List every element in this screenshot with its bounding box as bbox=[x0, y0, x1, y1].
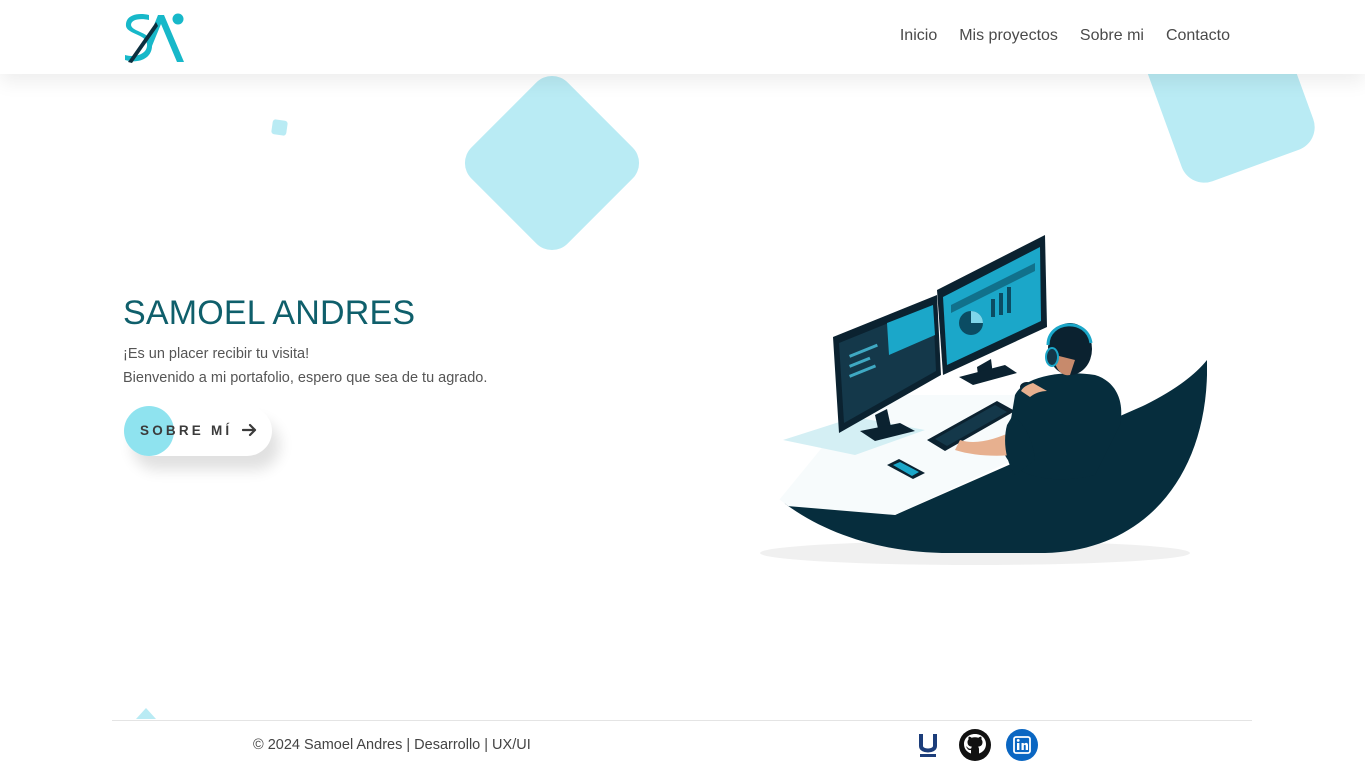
decorative-triangle bbox=[136, 708, 156, 719]
linkedin-icon bbox=[1006, 729, 1038, 761]
footer-divider bbox=[112, 720, 1252, 721]
developer-at-desk-illustration bbox=[715, 235, 1207, 565]
hero-greeting: ¡Es un placer recibir tu visita! bbox=[123, 346, 310, 362]
nav-sobre-mi[interactable]: Sobre mi bbox=[1080, 27, 1144, 45]
udemy-icon bbox=[919, 734, 937, 757]
logo-link[interactable] bbox=[122, 10, 186, 66]
about-me-button[interactable]: SOBRE MÍ bbox=[124, 406, 272, 456]
github-link[interactable] bbox=[958, 728, 992, 762]
arrow-right-icon bbox=[242, 423, 257, 437]
footer-copyright: © 2024 Samoel Andres | Desarrollo | UX/U… bbox=[253, 737, 531, 753]
nav-mis-proyectos[interactable]: Mis proyectos bbox=[959, 27, 1058, 45]
about-me-button-label: SOBRE MÍ bbox=[140, 423, 233, 438]
nav-inicio[interactable]: Inicio bbox=[900, 27, 937, 45]
decorative-diamond-shape bbox=[455, 66, 649, 260]
decorative-small-square bbox=[271, 119, 288, 136]
page: Inicio Mis proyectos Sobre mi Contacto S… bbox=[0, 0, 1365, 768]
hero-title: SAMOEL ANDRES bbox=[123, 294, 416, 332]
sa-logo-icon bbox=[125, 13, 184, 63]
site-header: Inicio Mis proyectos Sobre mi Contacto bbox=[0, 0, 1365, 74]
hero-welcome-text: Bienvenido a mi portafolio, espero que s… bbox=[123, 370, 488, 386]
udemy-link[interactable] bbox=[917, 728, 939, 762]
nav-contacto[interactable]: Contacto bbox=[1166, 27, 1230, 45]
linkedin-link[interactable] bbox=[1005, 728, 1039, 762]
github-icon bbox=[959, 729, 991, 761]
main-nav: Inicio Mis proyectos Sobre mi Contacto bbox=[900, 27, 1230, 45]
